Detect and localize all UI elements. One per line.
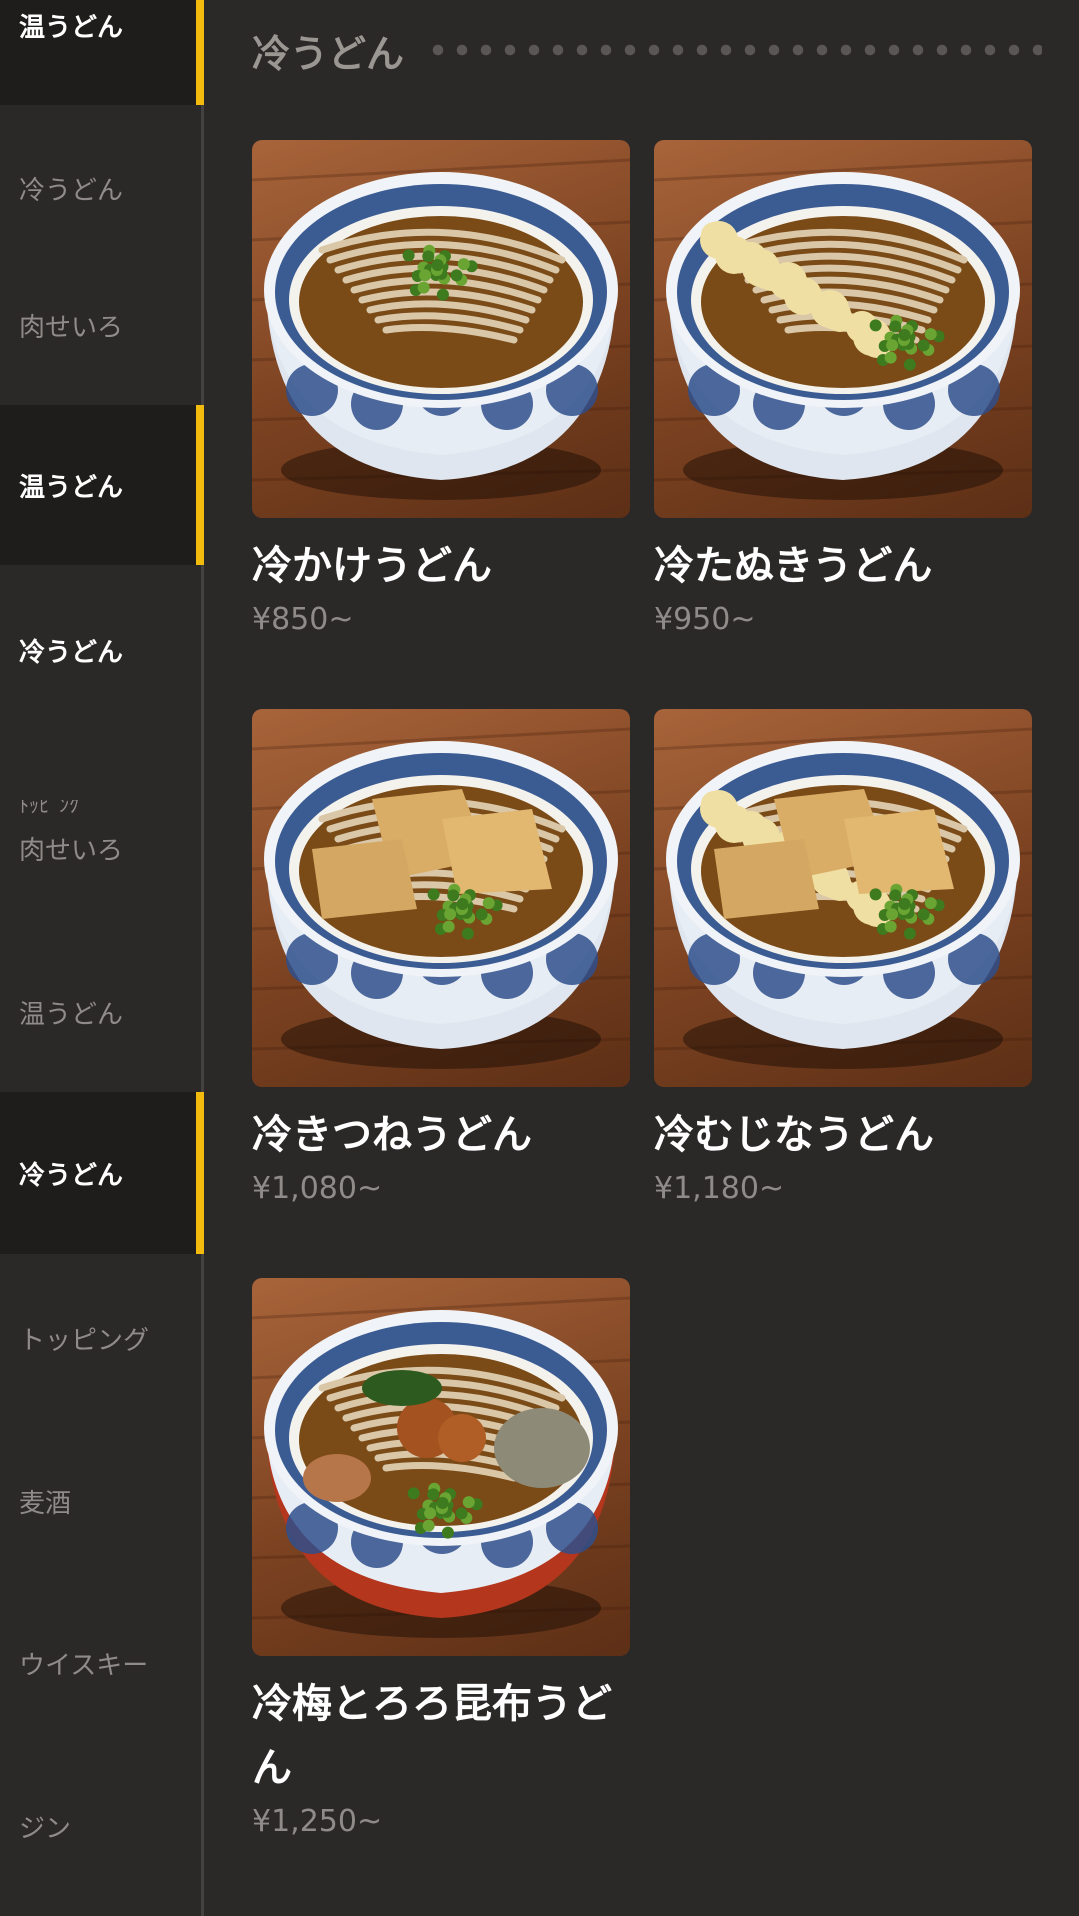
menu-item-name: 冷たぬきうどん (654, 543, 933, 589)
section-header: 冷うどん (252, 20, 1042, 80)
ume-tororo-udon-photo (252, 1278, 630, 1656)
sidebar-item-label: ジン (19, 1813, 72, 1844)
menu-item-price: ¥1,080~ (252, 1171, 383, 1206)
sidebar-item-label: ウイスキー (19, 1650, 149, 1681)
sidebar-item-niku-seiro[interactable]: 肉せいろ (0, 245, 201, 405)
udon-bowl-illustration (252, 158, 630, 500)
sidebar-item-label: 温うどん (19, 12, 124, 43)
sidebar-item-cold-udon[interactable]: 冷うどん (0, 570, 201, 730)
active-indicator (196, 405, 204, 565)
menu-item-card[interactable]: 冷かけうどん ¥850~ (252, 140, 630, 640)
menu-content: 冷うどん 冷かけうどん ¥850~ 冷たぬきうどん ¥950~ 冷きつねうどん … (204, 0, 1079, 1916)
sidebar-item-cold-udon[interactable]: 冷うどん (0, 108, 201, 268)
category-sidebar: 温うどん 冷うどん 肉せいろ 温うどん 冷うどん ﾄｯﾋﾟﾝｸﾞ 肉せいろ 温う… (0, 0, 204, 1916)
dotted-divider (426, 43, 1042, 57)
sidebar-item-whisky[interactable]: ウイスキー (0, 1583, 201, 1743)
sidebar-item-niku-seiro[interactable]: 肉せいろ (0, 768, 201, 928)
sidebar-item-label: 冷うどん (19, 175, 124, 206)
sidebar-item-label: トッピング (19, 1325, 150, 1356)
menu-item-price: ¥850~ (252, 602, 354, 637)
menu-item-card[interactable]: 冷きつねうどん ¥1,080~ (252, 709, 630, 1209)
menu-item-name: 冷むじなうどん (654, 1112, 934, 1158)
sidebar-item-gin[interactable]: ジン (0, 1746, 201, 1906)
section-title: 冷うどん (252, 31, 405, 76)
sidebar-item-label: 麦酒 (19, 1488, 72, 1519)
kitsune-udon-photo (252, 709, 630, 1087)
sidebar-item-cold-udon[interactable]: 冷うどん (0, 1092, 204, 1254)
sidebar-item-label: 肉せいろ (19, 312, 124, 343)
menu-item-name: 冷かけうどん (252, 543, 492, 589)
sidebar-item-label: 冷うどん (19, 637, 124, 668)
sidebar-item-label: 冷うどん (19, 1160, 124, 1191)
sidebar-item-beer[interactable]: 麦酒 (0, 1421, 201, 1581)
sidebar-item-label: 温うどん (19, 999, 124, 1030)
sidebar-item-hot-udon[interactable]: 温うどん (0, 0, 204, 105)
sidebar-item-topping[interactable]: トッピング (0, 1258, 201, 1418)
kake-udon-photo (252, 140, 630, 518)
sidebar-item-label: 肉せいろ (19, 835, 124, 866)
menu-item-card[interactable]: 冷むじなうどん ¥1,180~ (654, 709, 1032, 1209)
udon-bowl-illustration (252, 727, 630, 1069)
active-indicator (196, 1092, 204, 1254)
menu-item-price: ¥1,250~ (252, 1804, 383, 1839)
menu-item-price: ¥1,180~ (654, 1171, 785, 1206)
menu-item-price: ¥950~ (654, 602, 756, 637)
menu-item-name: 冷きつねうどん (252, 1112, 532, 1158)
mujina-udon-photo (654, 709, 1032, 1087)
udon-bowl-illustration (654, 158, 1032, 500)
active-indicator (196, 0, 204, 105)
menu-item-card[interactable]: 冷たぬきうどん ¥950~ (654, 140, 1032, 640)
udon-bowl-illustration (654, 727, 1032, 1069)
tanuki-udon-photo (654, 140, 1032, 518)
udon-bowl-illustration (252, 1296, 630, 1638)
menu-item-name: 冷梅とろろ昆布うどん (252, 1681, 612, 1791)
sidebar-item-hot-udon[interactable]: 温うどん (0, 405, 204, 565)
sidebar-item-hot-udon[interactable]: 温うどん (0, 932, 201, 1092)
sidebar-item-label: 温うどん (19, 472, 124, 503)
menu-item-card[interactable]: 冷梅とろろ昆布うどん ¥1,250~ (252, 1278, 630, 1842)
